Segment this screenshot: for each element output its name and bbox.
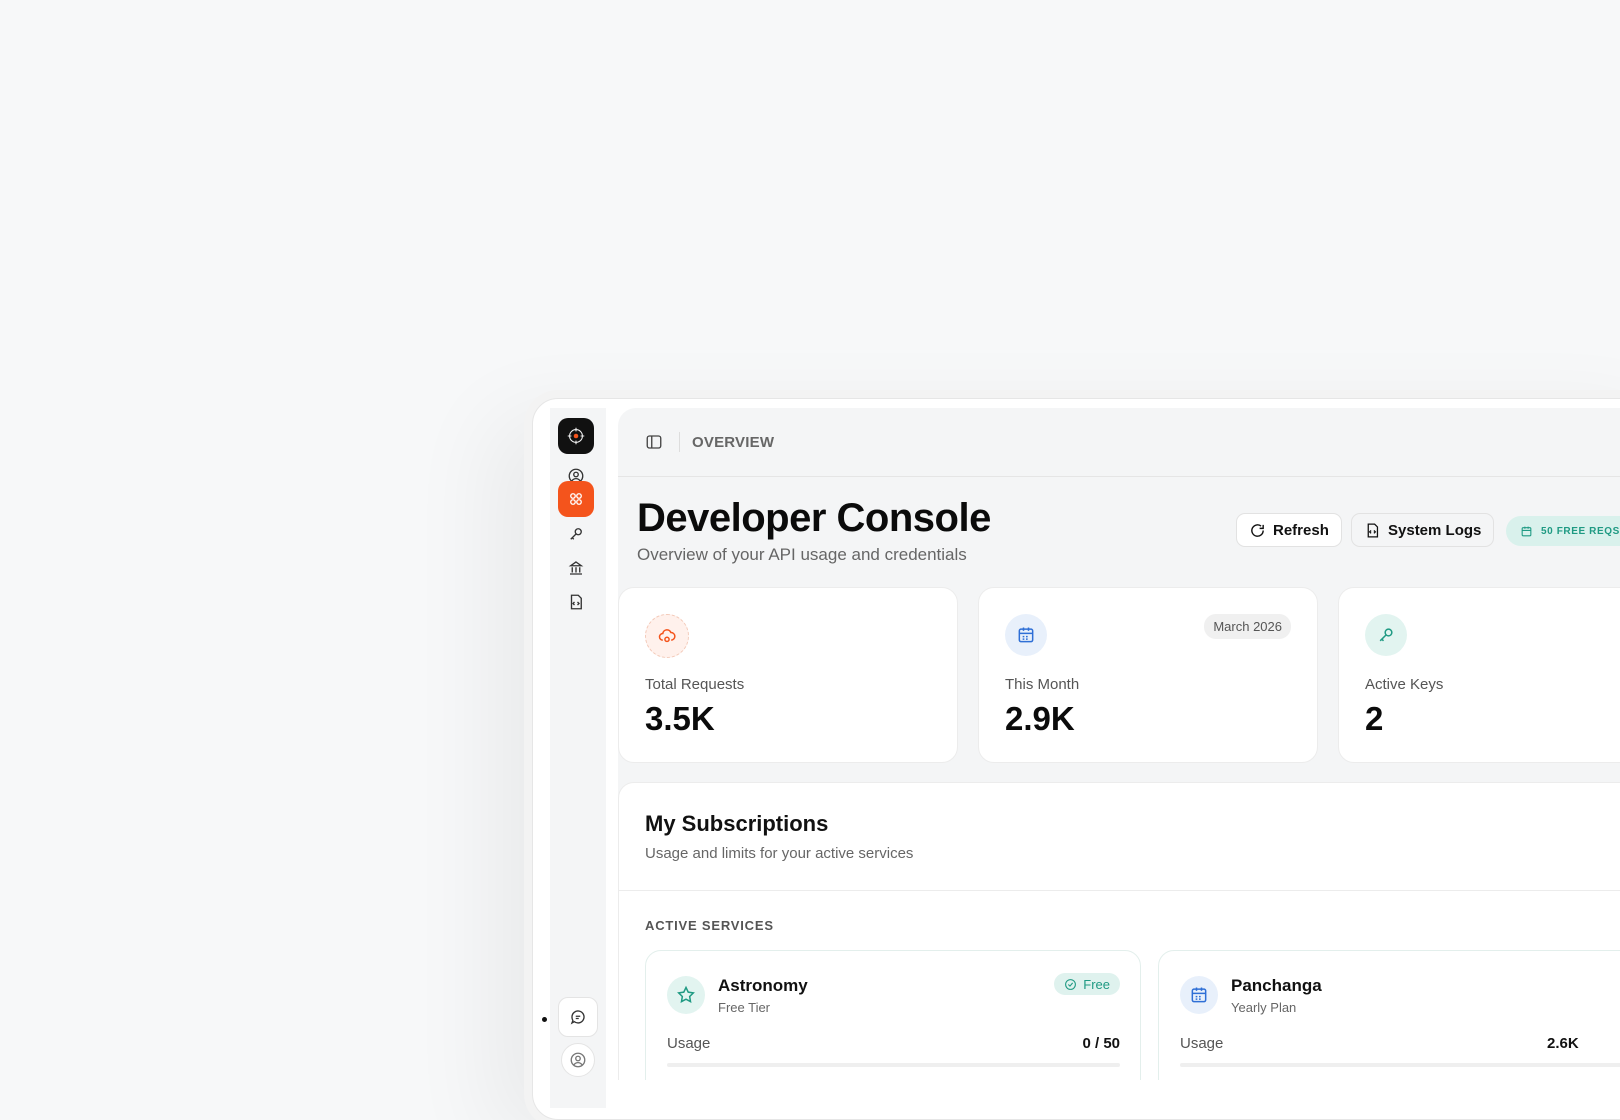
stat-card-total-requests: Total Requests 3.5K bbox=[618, 587, 958, 763]
chat-button[interactable] bbox=[558, 997, 598, 1037]
system-logs-label: System Logs bbox=[1388, 521, 1482, 539]
page-subtitle: Overview of your API usage and credentia… bbox=[637, 545, 967, 564]
key-icon bbox=[570, 528, 582, 540]
service-plan: Free Tier bbox=[718, 1000, 771, 1015]
usage-progress-bar bbox=[1180, 1063, 1620, 1067]
subscriptions-subtitle: Usage and limits for your active service… bbox=[645, 845, 914, 862]
sidebar-item-logs[interactable] bbox=[558, 584, 594, 620]
main-content: OVERVIEW Developer Console Overview of y… bbox=[618, 408, 1620, 1080]
subscriptions-title: My Subscriptions bbox=[645, 811, 829, 836]
key-icon bbox=[1365, 614, 1407, 656]
refresh-button[interactable]: Refresh bbox=[1236, 513, 1342, 547]
page-title: Developer Console bbox=[637, 496, 991, 540]
calendar-icon bbox=[1005, 614, 1047, 656]
stat-label: Active Keys bbox=[1365, 676, 1444, 693]
service-card-astronomy[interactable]: Astronomy Free Tier Free Usage 0 / 50 bbox=[645, 950, 1141, 1080]
sidebar-item-keys[interactable] bbox=[558, 516, 594, 552]
top-bar: OVERVIEW bbox=[618, 408, 1620, 477]
usage-value: 2.6K bbox=[1547, 1035, 1579, 1052]
service-plan: Yearly Plan bbox=[1231, 1000, 1297, 1015]
service-name: Panchanga bbox=[1231, 976, 1322, 995]
plan-status-label: Free bbox=[1083, 976, 1110, 992]
plan-status-badge: Free bbox=[1054, 973, 1120, 995]
stat-value: 2.9K bbox=[1005, 700, 1075, 737]
calendar-icon bbox=[1521, 526, 1532, 536]
file-code-icon bbox=[570, 594, 582, 610]
usage-value: 0 / 50 bbox=[1082, 1035, 1120, 1052]
check-circle-icon bbox=[1065, 978, 1077, 990]
refresh-label: Refresh bbox=[1273, 521, 1329, 539]
bank-icon bbox=[568, 561, 584, 575]
service-card-panchanga[interactable]: Panchanga Yearly Plan Usage 2.6K bbox=[1158, 950, 1620, 1080]
month-pill: March 2026 bbox=[1204, 614, 1291, 639]
subscriptions-card: My Subscriptions Usage and limits for yo… bbox=[618, 782, 1620, 1080]
stat-label: Total Requests bbox=[645, 676, 745, 693]
app-logo[interactable] bbox=[558, 418, 594, 454]
sidebar-item-billing[interactable] bbox=[558, 550, 594, 586]
stat-label: This Month bbox=[1005, 676, 1080, 693]
system-logs-button[interactable]: System Logs bbox=[1351, 513, 1495, 547]
chat-icon bbox=[570, 1010, 585, 1025]
stat-card-active-keys: Active Keys 2 bbox=[1338, 587, 1620, 763]
file-code-icon bbox=[1367, 522, 1379, 538]
sidebar-toggle-button[interactable] bbox=[643, 431, 665, 453]
panel-left-icon bbox=[646, 435, 662, 449]
cloud-gear-icon bbox=[645, 614, 689, 658]
stat-value: 3.5K bbox=[645, 700, 715, 737]
stat-card-this-month: March 2026 This Month 2.9K bbox=[978, 587, 1318, 763]
star-icon bbox=[667, 976, 705, 1014]
divider bbox=[679, 432, 680, 452]
service-name: Astronomy bbox=[718, 976, 808, 995]
usage-label: Usage bbox=[667, 1035, 711, 1052]
apps-icon bbox=[570, 493, 582, 505]
refresh-icon bbox=[1251, 523, 1264, 537]
sidebar-item-dashboard[interactable] bbox=[558, 481, 594, 517]
free-requests-label: 50 FREE REQS bbox=[1541, 525, 1620, 537]
section-label: ACTIVE SERVICES bbox=[645, 918, 774, 933]
divider bbox=[619, 890, 1620, 891]
usage-label: Usage bbox=[1180, 1035, 1224, 1052]
breadcrumb: OVERVIEW bbox=[692, 433, 775, 451]
calendar-icon bbox=[1180, 976, 1218, 1014]
notification-dot bbox=[542, 1017, 547, 1022]
usage-progress-bar bbox=[667, 1063, 1120, 1067]
logo-icon bbox=[567, 427, 585, 445]
free-requests-badge: 50 FREE REQS bbox=[1506, 516, 1620, 546]
stat-value: 2 bbox=[1365, 700, 1384, 737]
user-circle-icon bbox=[570, 1052, 586, 1068]
user-avatar-button[interactable] bbox=[561, 1043, 595, 1077]
